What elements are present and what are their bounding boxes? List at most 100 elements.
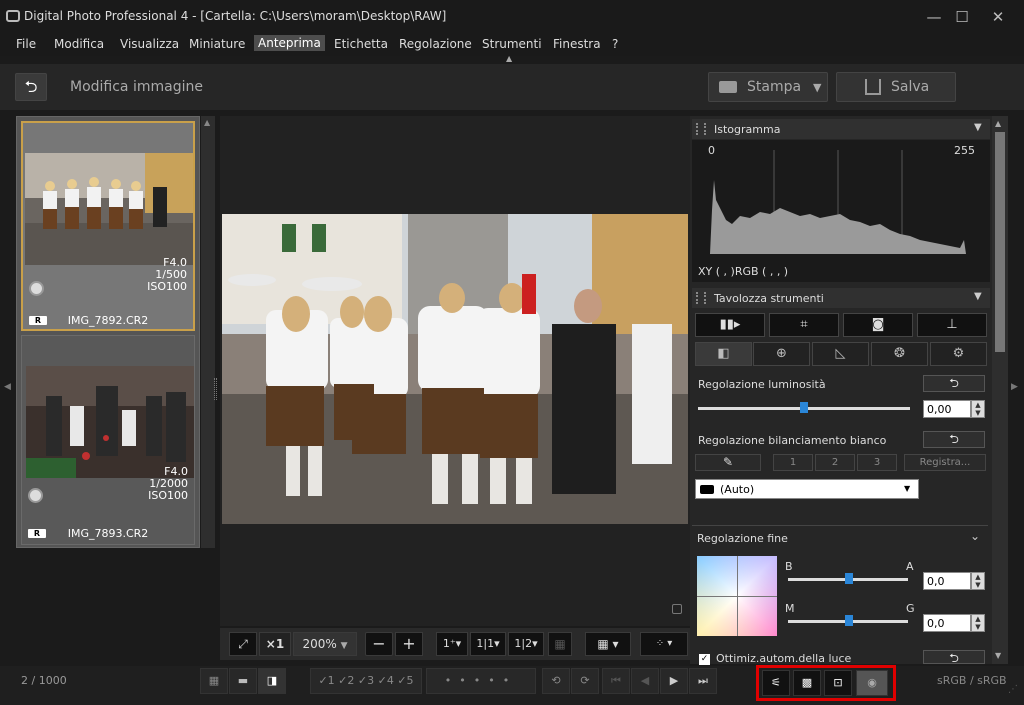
rating-5[interactable]: ✓5: [397, 674, 413, 687]
sidebar-scrollbar[interactable]: [201, 116, 215, 548]
scroll-down-icon[interactable]: ▼: [995, 651, 1001, 660]
view-grid-button[interactable]: ▦: [200, 668, 228, 694]
zoom-select[interactable]: 200% ▼: [293, 632, 357, 656]
first-image-button[interactable]: ⏮: [602, 668, 630, 694]
wb-register-button[interactable]: Registra...: [904, 454, 986, 471]
mg-stepper[interactable]: ▲ ▼: [971, 614, 985, 632]
collapse-icon[interactable]: ▼: [974, 291, 982, 302]
scroll-thumb[interactable]: [995, 132, 1005, 352]
save-button[interactable]: Salva: [836, 72, 956, 102]
tool-panel-scrollbar[interactable]: ▲ ▼: [992, 116, 1008, 664]
next-image-button[interactable]: ▶: [660, 668, 688, 694]
af-points-button[interactable]: ⁘ ▾: [640, 632, 688, 656]
back-button[interactable]: ⮌: [15, 73, 47, 101]
minimize-button[interactable]: —: [920, 6, 948, 28]
zoom-100-button[interactable]: ×1: [259, 632, 291, 656]
tool-tab-dust[interactable]: ◙: [843, 313, 913, 337]
rating-1[interactable]: ✓1: [318, 674, 334, 687]
eyedropper-button[interactable]: ✎: [695, 454, 761, 471]
tab-settings[interactable]: ⚙: [930, 342, 987, 366]
auto-light-reset-button[interactable]: ⮌: [923, 650, 985, 664]
rating-group: ✓1 ✓2 ✓3 ✓4 ✓5: [310, 668, 422, 694]
menu-anteprima[interactable]: Anteprima: [254, 35, 325, 51]
tab-detail[interactable]: ⊕: [753, 342, 810, 366]
view-filmstrip-button[interactable]: ▬: [229, 668, 257, 694]
wb-preset-1[interactable]: 1: [773, 454, 813, 471]
collapse-arrow-icon[interactable]: ▲: [506, 54, 512, 63]
menu-help[interactable]: ?: [612, 37, 618, 51]
rating-3[interactable]: ✓3: [358, 674, 374, 687]
histogram-header[interactable]: Istogramma ▼: [692, 119, 990, 139]
print-button[interactable]: Stampa ▼: [708, 72, 828, 102]
fit-screen-button[interactable]: ⤢: [229, 632, 257, 656]
collapse-icon[interactable]: ▼: [974, 122, 982, 133]
image-count: 2 / 1000: [21, 674, 67, 687]
brightness-slider-thumb[interactable]: [800, 402, 808, 413]
menu-modifica[interactable]: Modifica: [54, 37, 104, 51]
prev-image-button[interactable]: ◀: [631, 668, 659, 694]
layout-split-button[interactable]: 1|2▾: [508, 632, 544, 656]
zoom-out-button[interactable]: −: [365, 632, 393, 656]
right-panel-toggle-icon[interactable]: ▶: [1011, 382, 1018, 392]
menu-etichetta[interactable]: Etichetta: [334, 37, 388, 51]
menu-strumenti[interactable]: Strumenti: [482, 37, 542, 51]
wb-preset-2[interactable]: 2: [815, 454, 855, 471]
layout-compare-button[interactable]: 1|1▾: [470, 632, 506, 656]
brightness-reset-button[interactable]: ⮌: [923, 375, 985, 392]
menu-file[interactable]: File: [16, 37, 36, 51]
splitter-handle[interactable]: [214, 378, 217, 400]
histogram-title: Istogramma: [714, 123, 781, 136]
menu-finestra[interactable]: Finestra: [553, 37, 601, 51]
preview-photo[interactable]: [222, 214, 688, 524]
view-edit-button[interactable]: ◨: [258, 668, 286, 694]
sync-view-button[interactable]: ▦: [548, 632, 572, 656]
tab-tone-curve[interactable]: ◺: [812, 342, 869, 366]
grid-button[interactable]: ▦ ▾: [585, 632, 631, 656]
maximize-button[interactable]: ☐: [948, 6, 976, 28]
rotate-right-button[interactable]: ⟳: [571, 668, 599, 694]
scroll-up-icon[interactable]: ▲: [995, 119, 1001, 128]
ba-stepper[interactable]: ▲ ▼: [971, 572, 985, 590]
thumb-filename: IMG_7892.CR2: [67, 314, 149, 327]
adjust-image-button[interactable]: ⚟: [762, 670, 790, 696]
zoom-in-button[interactable]: +: [395, 632, 423, 656]
label-dots[interactable]: •••••: [426, 668, 536, 694]
rating-2[interactable]: ✓2: [338, 674, 354, 687]
mg-value[interactable]: 0,0: [923, 614, 971, 632]
mg-slider-thumb[interactable]: [845, 615, 853, 626]
ba-slider-thumb[interactable]: [845, 573, 853, 584]
tab-color[interactable]: ❂: [871, 342, 928, 366]
auto-light-checkbox[interactable]: ✓: [699, 654, 710, 665]
brightness-stepper[interactable]: ▲ ▼: [971, 400, 985, 418]
close-button[interactable]: ✕: [984, 6, 1012, 28]
wb-preset-3[interactable]: 3: [857, 454, 897, 471]
menu-visualizza[interactable]: Visualizza: [120, 37, 179, 51]
print-dropdown-icon[interactable]: ▼: [813, 81, 821, 94]
layout-single-button[interactable]: 1⁺▾: [436, 632, 468, 656]
thumbnail-card[interactable]: F4.0 1/500 ISO100 R IMG_7892.CR2: [21, 121, 195, 331]
menu-regolazione[interactable]: Regolazione: [399, 37, 472, 51]
thumbnail-card[interactable]: F4.0 1/2000 ISO100 R IMG_7893.CR2: [21, 335, 195, 545]
ba-value[interactable]: 0,0: [923, 572, 971, 590]
tab-brightness[interactable]: ◧: [695, 342, 752, 366]
expand-icon[interactable]: ⌄: [970, 529, 980, 543]
brightness-value[interactable]: 0,00: [923, 400, 971, 418]
tool-tab-crop[interactable]: ⌗: [769, 313, 839, 337]
wb-reset-button[interactable]: ⮌: [923, 431, 985, 448]
tool-palette-header[interactable]: Tavolozza strumenti ▼: [692, 288, 990, 308]
tool-tab-stamp[interactable]: ⊥: [917, 313, 987, 337]
camera-settings-button[interactable]: ◉: [856, 670, 888, 696]
scroll-up-icon[interactable]: ▲: [204, 118, 210, 127]
color-wheel[interactable]: [697, 556, 777, 636]
resize-grip-icon[interactable]: ⋰: [1008, 684, 1018, 695]
navigator-icon[interactable]: [672, 604, 682, 614]
menu-miniature[interactable]: Miniature: [189, 37, 245, 51]
wb-select[interactable]: (Auto) ▼: [695, 479, 919, 499]
rating-4[interactable]: ✓4: [378, 674, 394, 687]
last-image-button[interactable]: ⏭: [689, 668, 717, 694]
picture-style-button[interactable]: ▩: [793, 670, 821, 696]
focus-points-button[interactable]: ⊡: [824, 670, 852, 696]
rotate-left-button[interactable]: ⟲: [542, 668, 570, 694]
left-panel-toggle-icon[interactable]: ◀: [4, 382, 11, 392]
tool-tab-basic[interactable]: ▮▮▸: [695, 313, 765, 337]
